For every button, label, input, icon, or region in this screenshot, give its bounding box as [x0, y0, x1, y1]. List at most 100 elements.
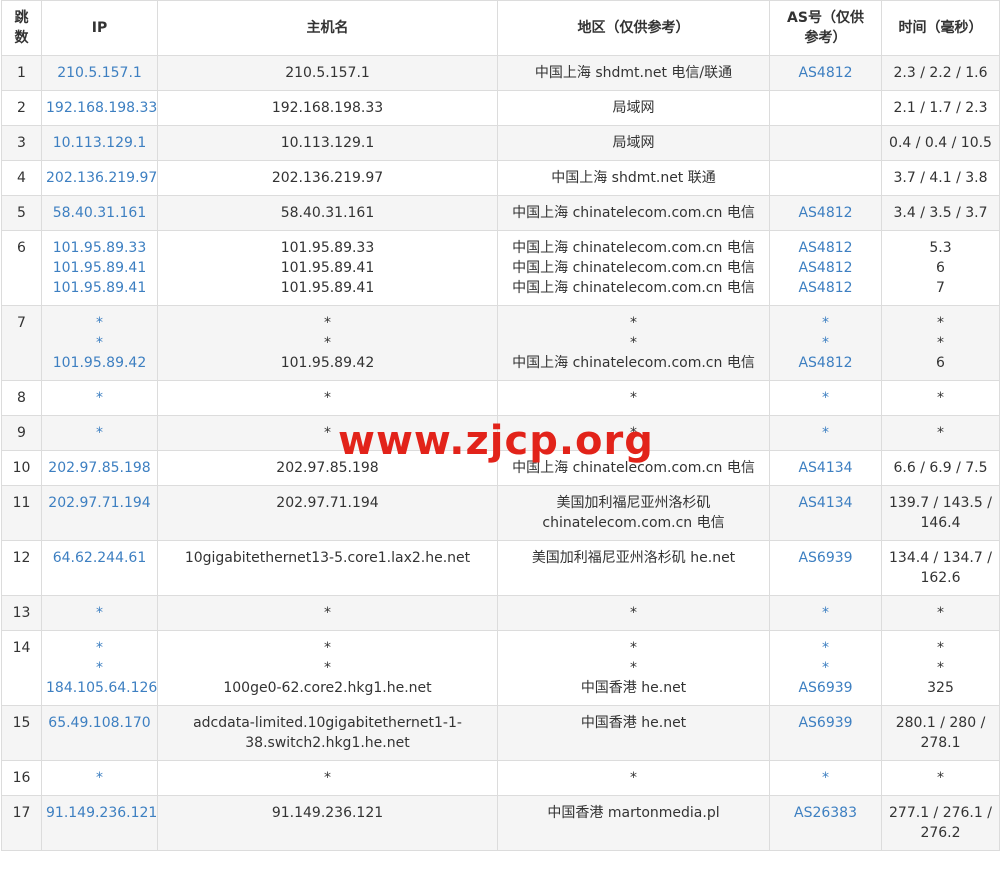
- as-cell: *: [769, 415, 882, 451]
- region-text: 中国上海 chinatelecom.com.cn 电信: [512, 205, 755, 221]
- as-cell: AS6939: [769, 705, 882, 761]
- hop-cell: 14: [1, 630, 42, 706]
- hop-cell: 3: [1, 125, 42, 161]
- hostname-text: adcdata-limited.10gigabitethernet1-1-: [193, 715, 462, 731]
- region-cell: 中国上海 chinatelecom.com.cn 电信 中国上海 chinatel…: [497, 230, 770, 306]
- ip-link: *: [96, 605, 103, 621]
- as-link: *: [822, 640, 829, 656]
- header-time: 时间（毫秒）: [881, 0, 1000, 56]
- as-link[interactable]: AS6939: [774, 713, 877, 733]
- time-text: *: [937, 605, 944, 621]
- ip-link[interactable]: 64.62.244.61: [46, 548, 153, 568]
- region-text: 中国上海 chinatelecom.com.cn 电信: [512, 260, 755, 276]
- header-region: 地区（仅供参考）: [497, 0, 770, 56]
- as-link[interactable]: AS4812: [774, 278, 877, 298]
- region-cell: 局域网: [497, 125, 770, 161]
- hostname-cell: 192.168.198.33: [157, 90, 498, 126]
- as-link[interactable]: AS6939: [774, 548, 877, 568]
- time-text: *: [937, 640, 944, 656]
- ip-link[interactable]: 210.5.157.1: [46, 63, 153, 83]
- hostname-cell: *: [157, 760, 498, 796]
- ip-cell: 65.49.108.170: [41, 705, 158, 761]
- region-text: 局域网: [612, 135, 655, 151]
- region-cell: * * 中国上海 chinatelecom.com.cn 电信: [497, 305, 770, 381]
- hop-cell: 5: [1, 195, 42, 231]
- hop-cell: 17: [1, 795, 42, 851]
- region-text: *: [630, 390, 637, 406]
- ip-link[interactable]: 202.97.85.198: [46, 458, 153, 478]
- region-text: 美国加利福尼亚州洛杉矶 he.net: [531, 550, 736, 566]
- as-link: [774, 168, 877, 188]
- ip-link[interactable]: 184.105.64.126: [46, 678, 157, 698]
- ip-link[interactable]: 91.149.236.121: [46, 803, 157, 823]
- time-cell: *: [881, 380, 1000, 416]
- hostname-cell: *: [157, 595, 498, 631]
- ip-link[interactable]: 101.95.89.41: [46, 258, 153, 278]
- as-link[interactable]: AS4812: [774, 258, 877, 278]
- time-text: *: [937, 335, 944, 351]
- ip-link[interactable]: 10.113.129.1: [46, 133, 153, 153]
- hostname-cell: * * 101.95.89.42: [157, 305, 498, 381]
- hostname-text: 10.113.129.1: [280, 135, 375, 151]
- region-text: 中国香港 he.net: [580, 680, 687, 696]
- hostname-cell: 202.97.71.194: [157, 485, 498, 541]
- hostname-text: *: [324, 770, 331, 786]
- ip-link[interactable]: 101.95.89.42: [46, 353, 153, 373]
- ip-cell: * * 101.95.89.42: [41, 305, 158, 381]
- ip-link[interactable]: 202.97.71.194: [46, 493, 153, 513]
- as-link[interactable]: AS4134: [774, 493, 877, 513]
- time-text: 3.4 / 3.5 / 3.7: [893, 205, 988, 221]
- ip-link[interactable]: 202.136.219.97: [46, 168, 157, 188]
- ip-link[interactable]: 192.168.198.33: [46, 98, 157, 118]
- hostname-cell: 10gigabitethernet13-5.core1.lax2.he.net: [157, 540, 498, 596]
- as-link[interactable]: AS4812: [774, 63, 877, 83]
- as-cell: AS26383: [769, 795, 882, 851]
- table-row: 17 91.149.236.121 91.149.236.121 中国香港 marto…: [1, 795, 1000, 851]
- hop-cell: 7: [1, 305, 42, 381]
- hostname-text: 101.95.89.41: [280, 260, 375, 276]
- ip-link: *: [96, 660, 103, 676]
- region-cell: 美国加利福尼亚州洛杉矶 he.net: [497, 540, 770, 596]
- header-ip: IP: [41, 0, 158, 56]
- region-text: chinatelecom.com.cn 电信: [542, 515, 725, 531]
- as-link[interactable]: AS6939: [774, 678, 877, 698]
- as-cell: *: [769, 760, 882, 796]
- time-cell: 3.4 / 3.5 / 3.7: [881, 195, 1000, 231]
- time-text: 278.1: [920, 735, 961, 751]
- as-cell: AS4812: [769, 55, 882, 91]
- time-text: 162.6: [920, 570, 961, 586]
- as-cell: [769, 125, 882, 161]
- region-text: 中国上海 shdmt.net 电信/联通: [534, 65, 733, 81]
- hostname-text: 100ge0-62.core2.hkg1.he.net: [223, 680, 432, 696]
- time-text: 134.4 / 134.7 /: [889, 550, 992, 566]
- as-link[interactable]: AS26383: [774, 803, 877, 823]
- time-text: 7: [936, 280, 945, 296]
- region-cell: *: [497, 380, 770, 416]
- region-cell: 中国香港 he.net: [497, 705, 770, 761]
- as-link[interactable]: AS4812: [774, 203, 877, 223]
- ip-link[interactable]: 101.95.89.33: [46, 238, 153, 258]
- ip-link: *: [96, 390, 103, 406]
- ip-link[interactable]: 101.95.89.41: [46, 278, 153, 298]
- ip-cell: 58.40.31.161: [41, 195, 158, 231]
- region-cell: 美国加利福尼亚州洛杉矶 chinatelecom.com.cn 电信: [497, 485, 770, 541]
- time-text: *: [937, 425, 944, 441]
- as-link[interactable]: AS4812: [774, 238, 877, 258]
- time-cell: 139.7 / 143.5 / 146.4: [881, 485, 1000, 541]
- time-text: *: [937, 770, 944, 786]
- as-link[interactable]: AS4134: [774, 458, 877, 478]
- region-text: 中国上海 shdmt.net 联通: [551, 170, 716, 186]
- as-link[interactable]: AS4812: [774, 353, 877, 373]
- time-text: 6.6 / 6.9 / 7.5: [893, 460, 988, 476]
- hostname-text: 101.95.89.41: [280, 280, 375, 296]
- ip-cell: 91.149.236.121: [41, 795, 158, 851]
- ip-link[interactable]: 65.49.108.170: [46, 713, 153, 733]
- time-text: 5.3: [929, 240, 952, 256]
- as-cell: *: [769, 595, 882, 631]
- as-cell: AS4134: [769, 450, 882, 486]
- as-link: *: [822, 315, 829, 331]
- ip-cell: *: [41, 760, 158, 796]
- ip-link[interactable]: 58.40.31.161: [46, 203, 153, 223]
- table-row: 4 202.136.219.97 202.136.219.97 中国上海 shdmt.…: [1, 160, 1000, 196]
- region-text: 美国加利福尼亚州洛杉矶: [556, 495, 711, 511]
